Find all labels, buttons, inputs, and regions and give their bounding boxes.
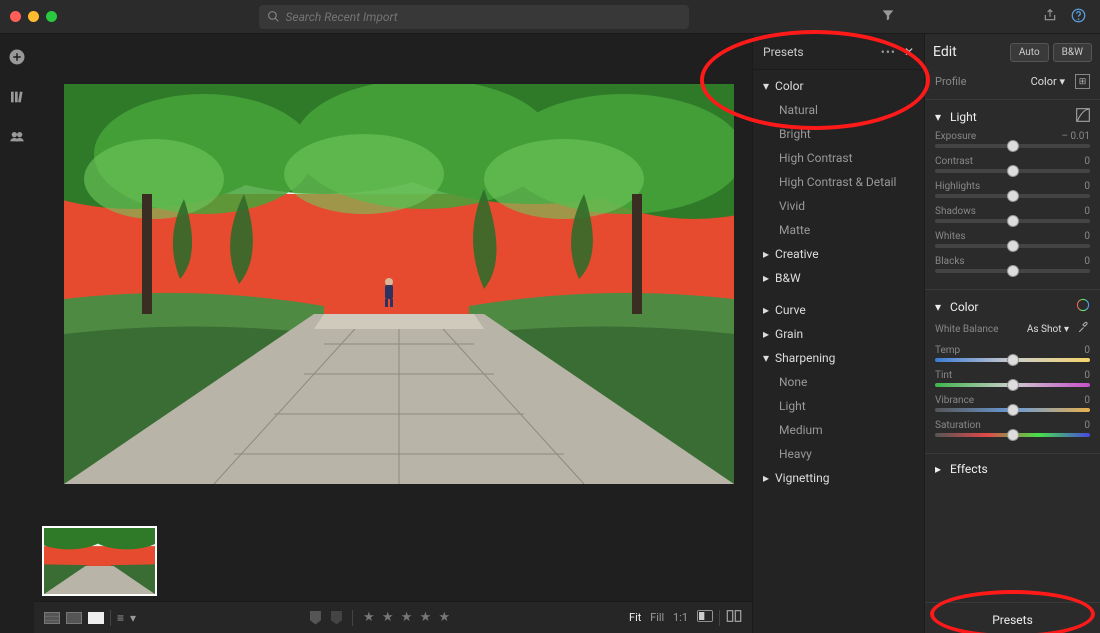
preset-matte[interactable]: Matte <box>753 218 924 242</box>
loupe-view[interactable] <box>88 612 104 624</box>
effects-section: Effects <box>925 453 1100 480</box>
blacks-slider[interactable]: Blacks0 <box>935 256 1090 273</box>
wb-label: White Balance <box>935 324 998 335</box>
zoom-1to1[interactable]: 1:1 <box>670 611 691 624</box>
fullscreen-window[interactable] <box>46 11 57 22</box>
tint-slider[interactable]: Tint0 <box>935 370 1090 387</box>
temp-slider[interactable]: Temp0 <box>935 345 1090 362</box>
topbar <box>0 0 1100 34</box>
bw-button[interactable]: B&W <box>1053 43 1092 62</box>
preset-high-contrast-detail[interactable]: High Contrast & Detail <box>753 170 924 194</box>
search-input[interactable] <box>286 10 681 24</box>
edit-title: Edit <box>933 44 957 60</box>
zoom-fit[interactable]: Fit <box>626 611 644 624</box>
window-controls <box>0 11 80 22</box>
preset-group-curve[interactable]: Curve <box>753 298 924 322</box>
search-box[interactable] <box>259 5 689 29</box>
preset-sharpen-heavy[interactable]: Heavy <box>753 442 924 466</box>
zoom-fill[interactable]: Fill <box>647 611 667 624</box>
preset-high-contrast[interactable]: High Contrast <box>753 146 924 170</box>
presets-title: Presets <box>763 45 804 59</box>
eyedropper-icon[interactable] <box>1077 321 1090 337</box>
preset-vivid[interactable]: Vivid <box>753 194 924 218</box>
zoom-modes[interactable]: Fit Fill 1:1 <box>626 611 691 624</box>
contrast-slider[interactable]: Contrast0 <box>935 156 1090 173</box>
color-mixer-icon[interactable] <box>1076 298 1090 315</box>
presets-more-icon[interactable]: ••• <box>881 45 896 59</box>
flag-reject[interactable] <box>331 611 342 625</box>
preset-sharpen-light[interactable]: Light <box>753 394 924 418</box>
close-window[interactable] <box>10 11 21 22</box>
flag-pick[interactable] <box>310 611 321 625</box>
sharing-icon[interactable] <box>9 128 25 147</box>
presets-close-icon[interactable]: ✕ <box>904 45 914 59</box>
grid-small-view[interactable] <box>44 612 60 624</box>
search-area <box>259 5 689 29</box>
preset-group-color[interactable]: Color <box>753 74 924 98</box>
library-icon[interactable] <box>9 89 25 108</box>
color-section: Color White Balance As Shot Temp0 Tint0 <box>925 289 1100 453</box>
grid-large-view[interactable] <box>66 612 82 624</box>
share-icon[interactable] <box>1043 8 1057 25</box>
light-section: Light Exposure– 0.01 Contrast0 Highlight… <box>925 99 1100 289</box>
wb-select[interactable]: As Shot <box>1027 324 1069 335</box>
saturation-slider[interactable]: Saturation0 <box>935 420 1090 437</box>
effects-toggle[interactable] <box>935 462 941 476</box>
preset-natural[interactable]: Natural <box>753 98 924 122</box>
help-icon[interactable] <box>1071 8 1086 26</box>
preset-bright[interactable]: Bright <box>753 122 924 146</box>
main-photo[interactable] <box>64 84 734 487</box>
thumbnail-1[interactable] <box>42 526 157 596</box>
show-original-icon[interactable] <box>697 610 713 625</box>
preset-group-creative[interactable]: Creative <box>753 242 924 266</box>
sort-dropdown[interactable] <box>130 611 136 625</box>
preset-sharpen-medium[interactable]: Medium <box>753 418 924 442</box>
color-toggle[interactable] <box>935 300 941 314</box>
preset-group-sharpening[interactable]: Sharpening <box>753 346 924 370</box>
filter-icon[interactable] <box>881 8 895 25</box>
bottom-toolbar: ≡ ★ ★ ★ ★ ★ Fit Fill 1:1 <box>34 601 752 633</box>
preset-group-vignetting[interactable]: Vignetting <box>753 466 924 490</box>
profile-browser-icon[interactable]: ⊞ <box>1075 74 1090 89</box>
preset-group-grain[interactable]: Grain <box>753 322 924 346</box>
tone-curve-icon[interactable] <box>1076 108 1090 125</box>
compare-icon[interactable] <box>726 609 742 626</box>
image-viewer: ≡ ★ ★ ★ ★ ★ Fit Fill 1:1 <box>34 34 752 633</box>
whites-slider[interactable]: Whites0 <box>935 231 1090 248</box>
profile-label: Profile <box>935 75 966 88</box>
search-icon <box>267 10 280 23</box>
light-toggle[interactable] <box>935 110 941 124</box>
presets-panel: Presets ••• ✕ Color Natural Bright High … <box>752 34 924 633</box>
vibrance-slider[interactable]: Vibrance0 <box>935 395 1090 412</box>
profile-select[interactable]: Color <box>1031 75 1065 88</box>
presets-toggle-button[interactable]: Presets <box>925 602 1100 633</box>
rating-stars[interactable]: ★ ★ ★ ★ ★ <box>363 610 452 625</box>
edit-panel: Edit Auto B&W Profile Color ⊞ Light <box>924 34 1100 633</box>
filmstrip <box>34 521 752 601</box>
exposure-slider[interactable]: Exposure– 0.01 <box>935 131 1090 148</box>
minimize-window[interactable] <box>28 11 39 22</box>
left-rail <box>0 34 34 633</box>
sort-icon[interactable]: ≡ <box>117 611 124 625</box>
highlights-slider[interactable]: Highlights0 <box>935 181 1090 198</box>
add-photo-icon[interactable] <box>8 48 26 69</box>
stage <box>34 34 752 521</box>
auto-button[interactable]: Auto <box>1010 43 1049 62</box>
preset-sharpen-none[interactable]: None <box>753 370 924 394</box>
shadows-slider[interactable]: Shadows0 <box>935 206 1090 223</box>
preset-group-bw[interactable]: B&W <box>753 266 924 290</box>
